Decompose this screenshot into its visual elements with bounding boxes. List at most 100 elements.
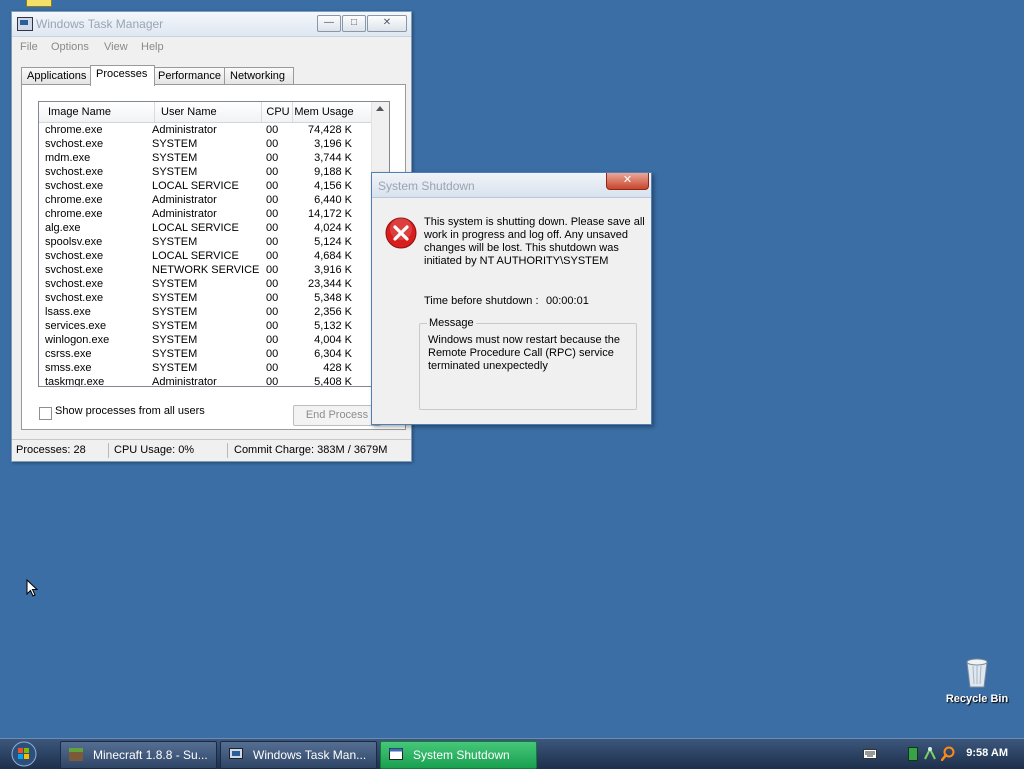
- table-row[interactable]: svchost.exe SYSTEM 00 5,348 K: [39, 291, 372, 305]
- taskbar-label: Minecraft 1.8.8 - Su...: [93, 748, 208, 762]
- time-before-shutdown-value: 00:00:01: [546, 295, 589, 307]
- table-row[interactable]: taskmgr.exe Administrator 00 5,408 K: [39, 375, 372, 387]
- taskbar-button-minecraft[interactable]: Minecraft 1.8.8 - Su...: [60, 741, 217, 769]
- table-row[interactable]: mdm.exe SYSTEM 00 3,744 K: [39, 151, 372, 165]
- process-rows: chrome.exe Administrator 00 74,428 Ksvchost…: [39, 123, 372, 387]
- tab-networking[interactable]: Networking: [224, 67, 294, 85]
- menu-view[interactable]: View: [104, 41, 128, 53]
- menu-bar: File Options View Help: [12, 37, 411, 57]
- window-icon: [389, 748, 403, 760]
- show-all-users-checkbox[interactable]: [39, 407, 52, 420]
- search-icon[interactable]: [941, 746, 955, 761]
- network-icon[interactable]: [923, 746, 937, 761]
- tab-processes[interactable]: Processes: [90, 65, 155, 86]
- maximize-button[interactable]: □: [342, 15, 366, 32]
- table-row[interactable]: alg.exe LOCAL SERVICE 00 4,024 K: [39, 221, 372, 235]
- menu-options[interactable]: Options: [51, 41, 89, 53]
- process-mem-usage: 4,024 K: [314, 222, 352, 234]
- table-row[interactable]: svchost.exe NETWORK SERVICE 00 3,916 K: [39, 263, 372, 277]
- table-row[interactable]: chrome.exe Administrator 00 74,428 K: [39, 123, 372, 137]
- process-mem-usage: 6,304 K: [314, 348, 352, 360]
- recycle-bin[interactable]: Recycle Bin: [945, 656, 1009, 705]
- process-mem-usage: 9,188 K: [314, 166, 352, 178]
- process-user-name: Administrator: [152, 124, 217, 136]
- task-manager-titlebar[interactable]: Windows Task Manager — □ ✕: [12, 12, 411, 37]
- process-list[interactable]: Image Name User Name CPU Mem Usage chrom…: [38, 101, 390, 387]
- process-user-name: LOCAL SERVICE: [152, 180, 239, 192]
- process-cpu: 00: [266, 264, 279, 276]
- process-image-name: mdm.exe: [45, 152, 91, 164]
- start-button-icon[interactable]: [10, 741, 38, 767]
- process-mem-usage: 4,156 K: [314, 180, 352, 192]
- close-button[interactable]: ✕: [367, 15, 407, 32]
- process-mem-usage: 6,440 K: [314, 194, 352, 206]
- process-user-name: SYSTEM: [152, 348, 198, 360]
- process-image-name: svchost.exe: [45, 292, 104, 304]
- process-image-name: alg.exe: [45, 222, 81, 234]
- process-mem-usage: 4,004 K: [314, 334, 352, 346]
- battery-icon[interactable]: [908, 747, 918, 761]
- table-row[interactable]: lsass.exe SYSTEM 00 2,356 K: [39, 305, 372, 319]
- table-row[interactable]: winlogon.exe SYSTEM 00 4,004 K: [39, 333, 372, 347]
- minimize-button[interactable]: —: [317, 15, 341, 32]
- tab-applications[interactable]: Applications: [21, 67, 92, 85]
- column-image-name[interactable]: Image Name: [39, 102, 155, 122]
- process-mem-usage: 14,172 K: [307, 208, 352, 220]
- process-cpu: 00: [266, 334, 279, 346]
- keyboard-icon[interactable]: [863, 749, 877, 759]
- table-row[interactable]: chrome.exe Administrator 00 14,172 K: [39, 207, 372, 221]
- clock[interactable]: 9:58 AM: [966, 747, 1008, 759]
- column-mem-usage[interactable]: Mem Usage: [292, 102, 356, 122]
- process-mem-usage: 4,684 K: [314, 250, 352, 262]
- end-process-button[interactable]: End Process: [293, 405, 381, 426]
- table-row[interactable]: svchost.exe SYSTEM 00 9,188 K: [39, 165, 372, 179]
- process-mem-usage: 3,744 K: [314, 152, 352, 164]
- process-image-name: winlogon.exe: [45, 334, 110, 346]
- table-row[interactable]: chrome.exe Administrator 00 6,440 K: [39, 193, 372, 207]
- process-image-name: smss.exe: [45, 362, 92, 374]
- shutdown-titlebar[interactable]: System Shutdown ✕: [372, 173, 651, 198]
- table-row[interactable]: svchost.exe LOCAL SERVICE 00 4,684 K: [39, 249, 372, 263]
- table-row[interactable]: svchost.exe SYSTEM 00 23,344 K: [39, 277, 372, 291]
- menu-help[interactable]: Help: [141, 41, 164, 53]
- process-cpu: 00: [266, 236, 279, 248]
- mouse-cursor-icon: [26, 579, 38, 597]
- dialog-close-button[interactable]: ✕: [606, 173, 649, 190]
- column-cpu[interactable]: CPU: [261, 102, 293, 122]
- process-user-name: SYSTEM: [152, 306, 198, 318]
- system-shutdown-dialog: System Shutdown ✕ This system is shuttin…: [371, 172, 652, 425]
- status-commit-charge: Commit Charge: 383M / 3679M: [234, 444, 388, 456]
- status-processes: Processes: 28: [16, 444, 86, 456]
- status-cpu-usage: CPU Usage: 0%: [114, 444, 195, 456]
- process-mem-usage: 5,348 K: [314, 292, 352, 304]
- menu-file[interactable]: File: [20, 41, 38, 53]
- process-image-name: svchost.exe: [45, 250, 104, 262]
- process-cpu: 00: [266, 292, 279, 304]
- process-user-name: NETWORK SERVICE: [152, 264, 260, 276]
- table-row[interactable]: smss.exe SYSTEM 00 428 K: [39, 361, 372, 375]
- taskbar-button-system-shutdown[interactable]: System Shutdown: [380, 741, 537, 769]
- recycle-bin-icon: [966, 658, 988, 688]
- taskbar-button-task-manager[interactable]: Windows Task Man...: [220, 741, 377, 769]
- scroll-up-arrow-icon[interactable]: [376, 106, 384, 111]
- recycle-bin-label: Recycle Bin: [945, 693, 1009, 705]
- message-group-text: Windows must now restart because the Rem…: [428, 334, 620, 372]
- process-user-name: SYSTEM: [152, 334, 198, 346]
- table-row[interactable]: csrss.exe SYSTEM 00 6,304 K: [39, 347, 372, 361]
- table-row[interactable]: svchost.exe SYSTEM 00 3,196 K: [39, 137, 372, 151]
- process-cpu: 00: [266, 278, 279, 290]
- process-cpu: 00: [266, 376, 279, 387]
- table-row[interactable]: spoolsv.exe SYSTEM 00 5,124 K: [39, 235, 372, 249]
- desktop-folder-icon[interactable]: [26, 0, 52, 7]
- process-user-name: SYSTEM: [152, 152, 198, 164]
- task-manager-icon: [17, 17, 33, 31]
- time-before-shutdown-label: Time before shutdown :: [424, 295, 539, 307]
- column-user-name[interactable]: User Name: [154, 102, 262, 122]
- table-row[interactable]: services.exe SYSTEM 00 5,132 K: [39, 319, 372, 333]
- message-groupbox: Message Windows must now restart because…: [419, 317, 637, 410]
- table-row[interactable]: svchost.exe LOCAL SERVICE 00 4,156 K: [39, 179, 372, 193]
- tab-performance[interactable]: Performance: [152, 67, 227, 85]
- show-all-users-label[interactable]: Show processes from all users: [55, 405, 205, 417]
- taskbar-label: System Shutdown: [413, 748, 510, 762]
- process-image-name: spoolsv.exe: [45, 236, 103, 248]
